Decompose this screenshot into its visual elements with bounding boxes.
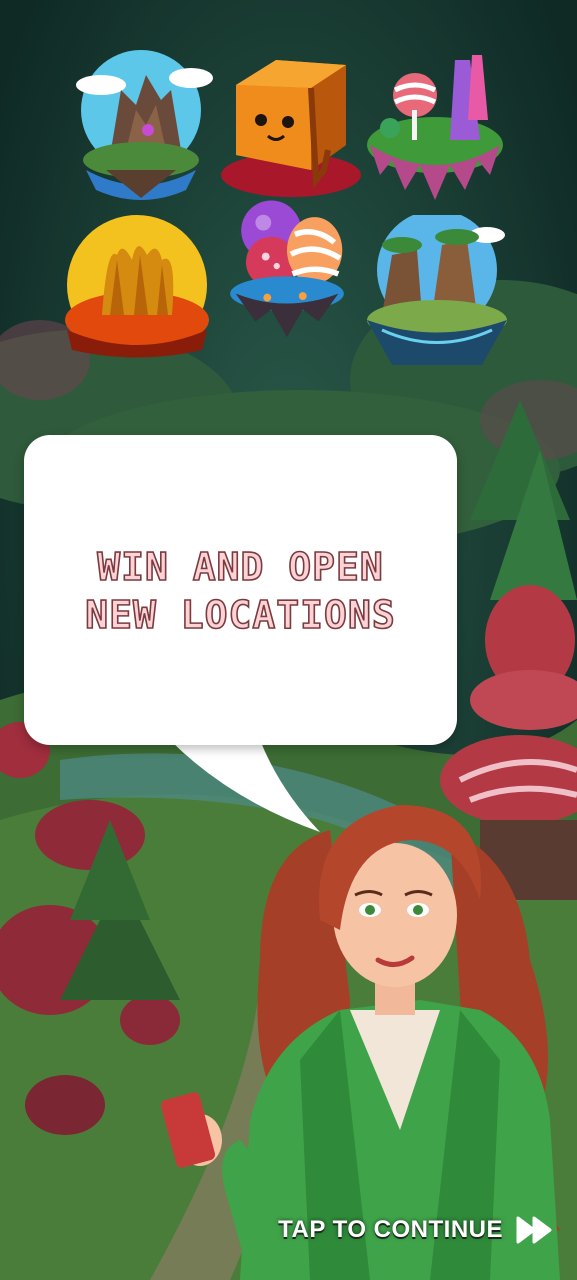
- tap-to-continue-button[interactable]: TAP TO CONTINUE: [278, 1210, 555, 1250]
- tap-to-continue-label: TAP TO CONTINUE: [278, 1216, 503, 1243]
- fast-forward-icon: [516, 1216, 552, 1244]
- tutorial-screen[interactable]: WIN AND OPEN NEW LOCATIONS TAP TO CONTIN…: [0, 0, 577, 1280]
- guide-character: [160, 805, 560, 1280]
